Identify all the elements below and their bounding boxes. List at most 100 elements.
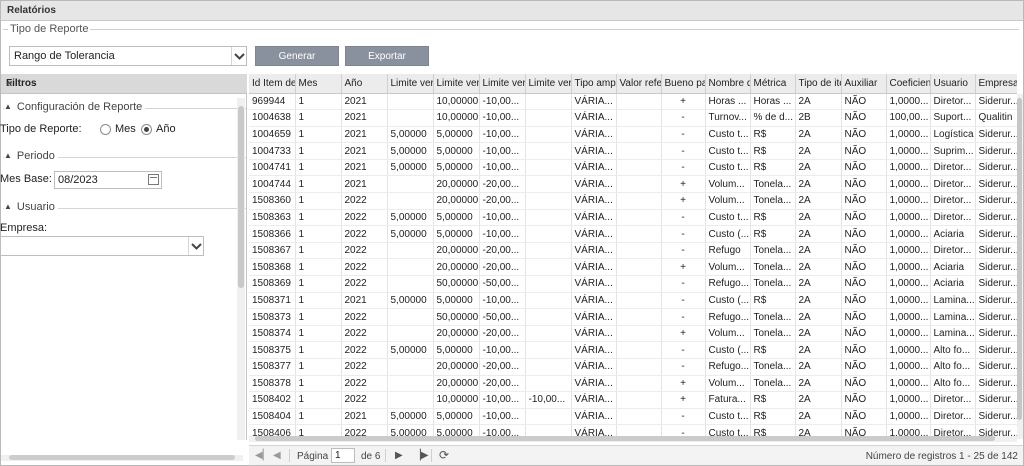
column-header[interactable]: Valor refer [616,74,662,94]
page-number-input[interactable]: 1 [331,448,355,463]
column-header[interactable]: Usuario [930,74,976,94]
scrollbar-thumb[interactable] [255,436,995,441]
table-cell: - [661,242,706,260]
first-page-icon[interactable]: ◀▏ [255,450,270,461]
company-select[interactable] [0,236,204,256]
table-cell: 2021 [341,159,388,177]
table-row[interactable]: 1508404 1 2021 5,00000 5,00000 -10,00... VÁRIA… [249,408,1017,426]
column-header[interactable]: Tipo de ite [795,74,842,94]
column-header[interactable]: Mes [295,74,342,94]
column-header[interactable]: Nombre d [705,74,751,94]
table-row[interactable]: 1508371 1 2021 5,00000 5,00000 -10,00... VÁRIA… [249,292,1017,310]
table-row[interactable]: 1508373 1 2022 50,00000 -50,00... VÁRIA... - Re… [249,308,1017,326]
filters-horizontal-scrollbar[interactable] [1,455,243,461]
grid-horizontal-scrollbar[interactable] [249,436,1017,442]
table-row[interactable]: 1004638 1 2021 10,00000 -10,00... VÁRIA... - Tu… [249,109,1017,127]
refresh-icon[interactable]: ⟳ [439,448,449,462]
table-row[interactable]: 1508368 1 2022 20,00000 -20,00... VÁRIA... + Vo… [249,258,1017,277]
radio-month-label[interactable]: Mes [115,123,136,135]
chevron-down-icon[interactable] [188,237,203,255]
column-header[interactable]: Tipo ampl [571,74,617,94]
table-cell [616,258,662,277]
collapse-panel-icon[interactable]: « [6,76,241,90]
table-cell: + [661,258,706,277]
table-cell: 1004659 [249,126,296,144]
table-row[interactable]: 969944 1 2021 10,00000 -10,00... VÁRIA... + Hor… [249,93,1017,111]
generate-button[interactable]: Generar [255,46,339,66]
radio-year-label[interactable]: Año [156,123,176,135]
scrollbar-thumb[interactable] [1017,98,1022,420]
table-cell: Volum... [705,375,751,393]
column-header[interactable]: Limite verd [479,74,526,94]
table-cell: + [661,375,706,393]
table-cell: Tonela... [750,358,796,376]
table-cell: -10,00... [525,391,572,409]
filters-vertical-scrollbar[interactable] [237,98,245,440]
table-row[interactable]: 1508374 1 2022 20,00000 -20,00... VÁRIA... + Vo… [249,325,1017,343]
report-type-select[interactable]: Rango de Tolerancia [9,46,247,66]
table-cell: 2021 [341,408,388,426]
column-header[interactable]: Limite verd [525,74,572,94]
table-cell: 1,0000... [886,242,931,260]
table-row[interactable]: 1508375 1 2022 5,00000 5,00000 -10,00... VÁRIA… [249,341,1017,359]
table-row[interactable]: 1508369 1 2022 50,00000 -50,00... VÁRIA... - Re… [249,275,1017,293]
column-header[interactable]: Limite verd [387,74,434,94]
table-row[interactable]: 1508402 1 2022 10,00000 -10,00... -10,00... VÁ… [249,391,1017,409]
table-cell [616,126,662,144]
table-cell: VÁRIA... [571,391,617,409]
table-cell: -10,00... [479,408,526,426]
column-header[interactable]: Métrica [750,74,796,94]
table-cell: 1 [295,341,342,359]
base-month-input[interactable]: 08/2023 [54,171,162,189]
table-row[interactable]: 1004741 1 2021 5,00000 5,00000 -10,00... VÁRIA… [249,159,1017,177]
table-cell: 1004741 [249,159,296,177]
table-row[interactable]: 1508366 1 2022 5,00000 5,00000 -10,00... VÁRIA… [249,225,1017,243]
export-button[interactable]: Exportar [345,46,429,66]
table-row[interactable]: 1004744 1 2021 20,00000 -20,00... VÁRIA... + Vo… [249,175,1017,194]
period-section-header[interactable]: ▲ Periodo [4,150,58,162]
table-cell [387,242,434,260]
table-row[interactable]: 1508363 1 2022 5,00000 5,00000 -10,00... VÁRIA… [249,209,1017,227]
chevron-down-icon[interactable] [231,47,246,65]
user-section-header[interactable]: ▲ Usuario [4,201,58,213]
table-cell: 5,00000 [433,159,480,177]
table-row[interactable]: 1508378 1 2022 20,00000 -20,00... VÁRIA... + Vo… [249,375,1017,393]
table-cell: Aciaria [930,225,976,243]
table-row[interactable]: 1004733 1 2021 5,00000 5,00000 -10,00... VÁRIA… [249,142,1017,160]
column-header[interactable]: Año [341,74,388,94]
radio-year[interactable] [141,124,152,135]
table-cell: 2A [795,408,842,426]
column-header[interactable]: Empresa [975,74,1017,94]
table-row[interactable]: 1508360 1 2022 20,00000 -20,00... VÁRIA... + Vo… [249,192,1017,210]
table-cell: 969944 [249,93,296,111]
config-section-header[interactable]: ▲ Configuración de Reporte [4,101,146,113]
table-row[interactable]: 1508377 1 2022 20,00000 -20,00... VÁRIA... - Re… [249,358,1017,376]
prev-page-icon[interactable]: ◀ [273,450,281,461]
radio-month[interactable] [100,124,111,135]
column-header[interactable]: Coeficient [886,74,931,94]
scrollbar-thumb[interactable] [9,455,235,460]
column-header[interactable]: Bueno par [661,74,706,94]
table-cell: Custo t... [705,126,751,144]
table-cell: 1 [295,192,342,210]
table-cell: NÃO [841,292,887,310]
column-header[interactable]: Limite verd [433,74,480,94]
table-cell: Tonela... [750,258,796,277]
table-cell: 20,00000 [433,375,480,393]
column-header[interactable]: Id Item de [249,74,296,94]
table-cell: 1508369 [249,275,296,293]
table-row[interactable]: 1004659 1 2021 5,00000 5,00000 -10,00... VÁRIA… [249,126,1017,144]
last-page-icon[interactable]: ▕▶ [413,450,428,461]
next-page-icon[interactable]: ▶ [395,450,403,461]
column-header[interactable]: Auxiliar [841,74,887,94]
table-row[interactable]: 1508367 1 2022 20,00000 -20,00... VÁRIA... - Re… [249,242,1017,260]
table-cell: Volum... [705,325,751,343]
table-cell: -20,00... [479,175,526,194]
calendar-icon[interactable] [148,174,159,185]
table-cell: 1,0000... [886,142,931,160]
table-cell: NÃO [841,142,887,160]
table-cell: 10,00000 [433,391,480,409]
grid-vertical-scrollbar[interactable] [1017,94,1023,439]
table-cell: NÃO [841,192,887,210]
scrollbar-thumb[interactable] [238,106,244,288]
